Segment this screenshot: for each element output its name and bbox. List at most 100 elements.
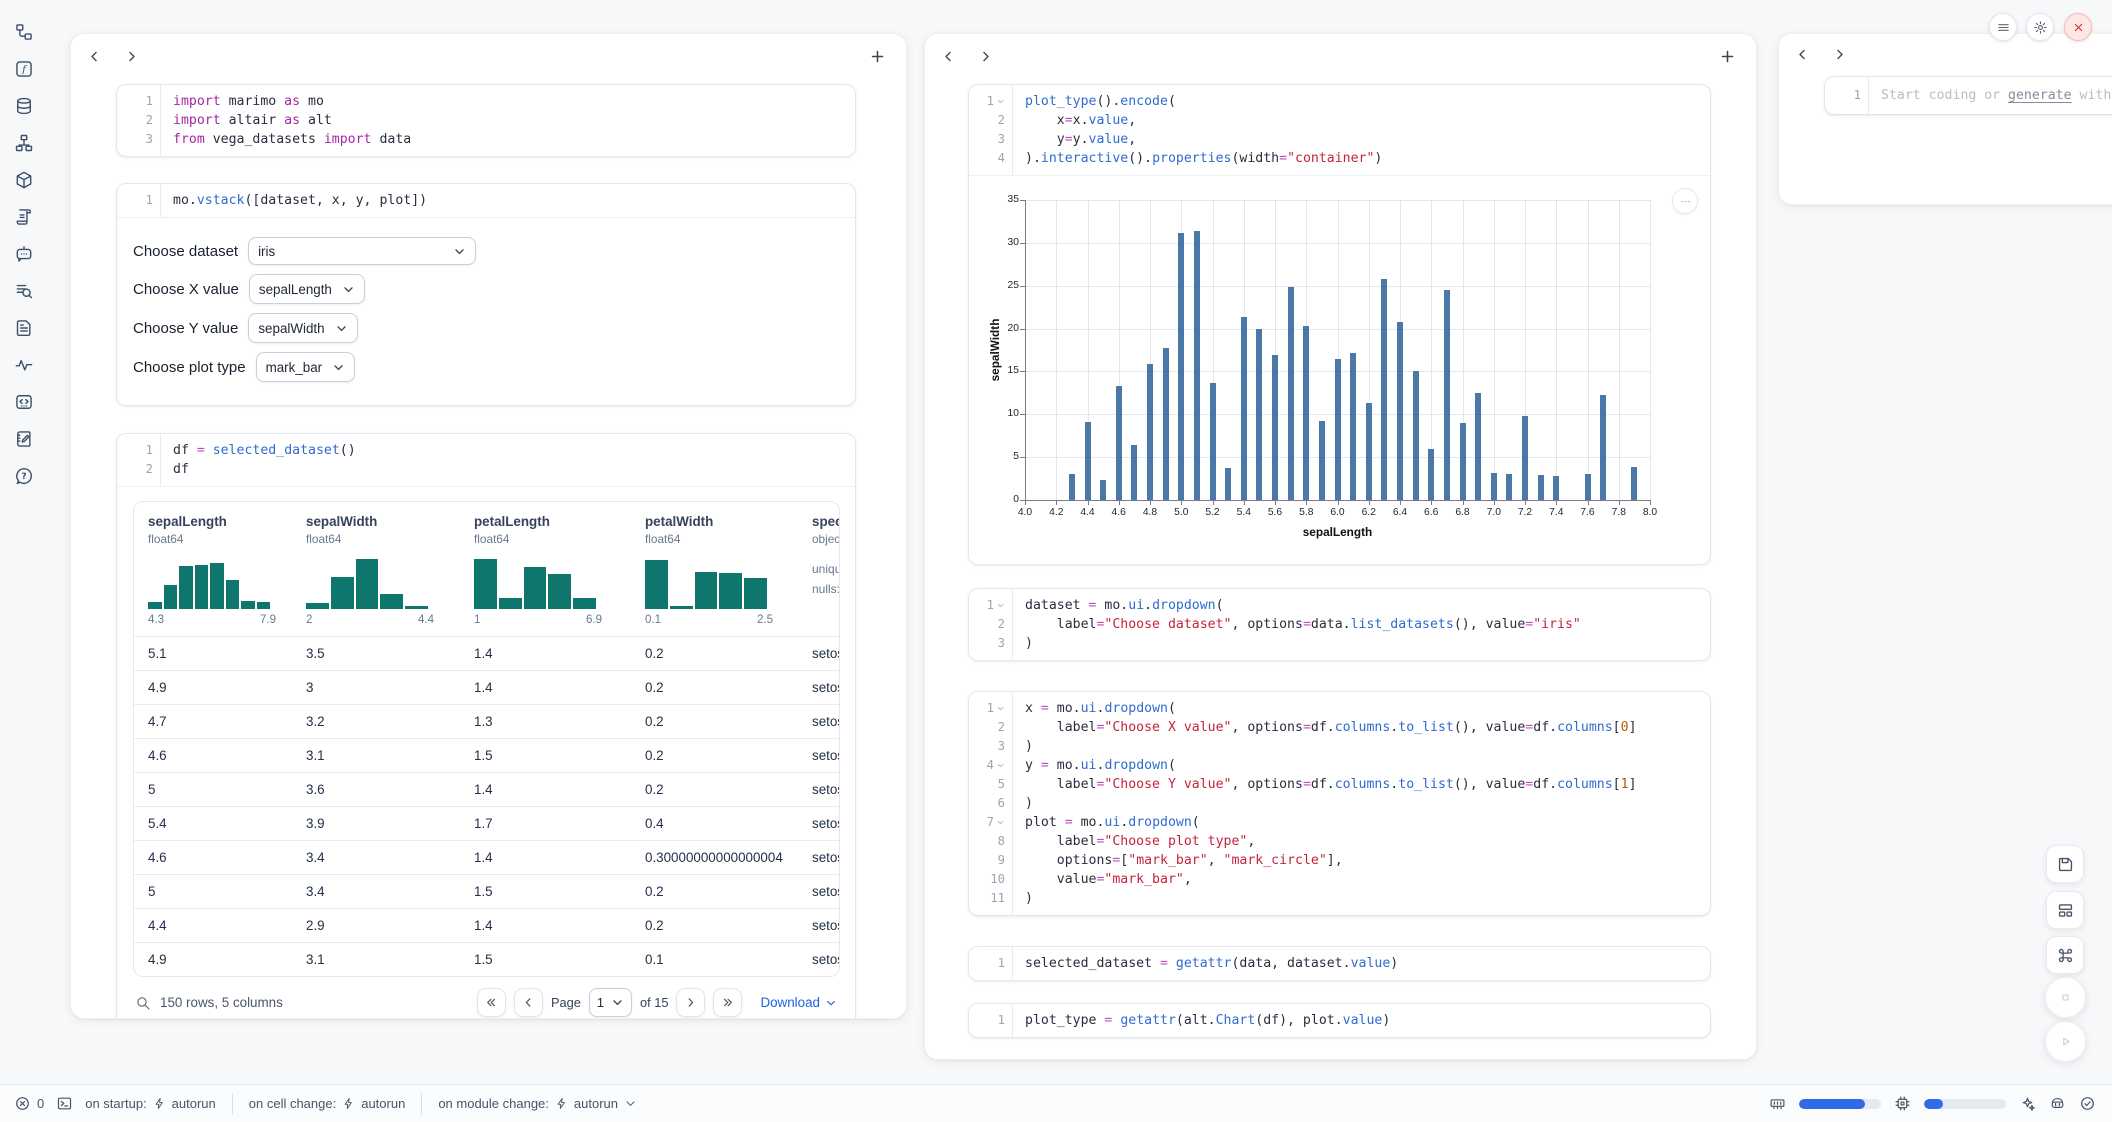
terminal-button[interactable] xyxy=(56,1095,73,1112)
chevron-down-icon xyxy=(342,283,355,296)
panel-menu-button[interactable] xyxy=(1989,13,2017,41)
copilot-button[interactable] xyxy=(2049,1095,2066,1112)
error-indicator[interactable]: 0 xyxy=(14,1095,44,1112)
control-row: Choose dataset iris xyxy=(133,237,839,265)
column-header[interactable]: sepalWidthfloat6424.4 xyxy=(292,514,460,626)
sidebar-datasources-button[interactable] xyxy=(12,94,36,118)
code-cell-dataset-dropdown[interactable]: 123dataset = mo.ui.dropdown( label="Choo… xyxy=(968,588,1711,661)
sidebar-snippets-button[interactable] xyxy=(12,390,36,414)
prev-page-button[interactable] xyxy=(514,988,543,1017)
add-cell-button[interactable] xyxy=(869,48,886,65)
on-startup-config[interactable]: on startup: autorun xyxy=(85,1096,216,1111)
command-palette-button[interactable] xyxy=(2046,936,2084,974)
table-cell: 0.2 xyxy=(631,714,798,729)
shutdown-button[interactable] xyxy=(2064,13,2092,41)
code-editor[interactable]: 12df = selected_dataset()df xyxy=(117,434,855,486)
sidebar-script-button[interactable] xyxy=(12,205,36,229)
code-line: mo.vstack([dataset, x, y, plot]) xyxy=(173,191,855,210)
panel-next-button[interactable] xyxy=(1832,47,1847,62)
sidebar-packages-button[interactable] xyxy=(12,168,36,192)
y-value-select[interactable]: sepalWidth xyxy=(248,313,357,343)
code-editor[interactable]: 1plot_type = getattr(alt.Chart(df), plot… xyxy=(969,1004,1710,1037)
code-editor[interactable]: 1234plot_type().encode( x=x.value, y=y.v… xyxy=(969,85,1710,175)
column-header[interactable]: petalLengthfloat6416.9 xyxy=(460,514,631,626)
on-module-change-config[interactable]: on module change: autorun xyxy=(438,1096,637,1111)
code-cell-imports[interactable]: 123import marimo as moimport altair as a… xyxy=(116,84,856,157)
code-cell-selected-dataset[interactable]: 1selected_dataset = getattr(data, datase… xyxy=(968,946,1711,981)
fold-icon[interactable] xyxy=(996,93,1005,112)
code-editor[interactable]: 1selected_dataset = getattr(data, datase… xyxy=(969,947,1710,980)
table-cell: 4.9 xyxy=(134,952,292,967)
x-value-select[interactable]: sepalLength xyxy=(249,274,365,304)
page-select[interactable]: 1 xyxy=(589,988,632,1017)
sidebar-functions-button[interactable]: f xyxy=(12,57,36,81)
on-cell-change-config[interactable]: on cell change: autorun xyxy=(249,1096,406,1111)
code-cell-empty[interactable]: 1 Start coding or generate with xyxy=(1824,76,2112,115)
dataset-select[interactable]: iris xyxy=(248,237,476,265)
sidebar-tracing-button[interactable] xyxy=(12,353,36,377)
column-header[interactable]: speciesobjectunique:nulls: xyxy=(798,514,840,626)
sidebar-file-tree-button[interactable] xyxy=(12,20,36,44)
fold-icon[interactable] xyxy=(996,814,1005,833)
chart-actions-button[interactable] xyxy=(1672,188,1698,214)
download-button[interactable]: Download xyxy=(760,995,837,1010)
layout-select-button[interactable] xyxy=(2046,891,2084,929)
settings-button[interactable] xyxy=(2026,13,2054,41)
table-cell: 2.9 xyxy=(292,918,460,933)
code-line: label="Choose Y value", options=df.colum… xyxy=(1025,775,1710,794)
code-editor[interactable]: 123dataset = mo.ui.dropdown( label="Choo… xyxy=(969,589,1710,660)
table-cell: 0.2 xyxy=(631,680,798,695)
sidebar-help-button[interactable]: ? xyxy=(12,464,36,488)
panel-prev-button[interactable] xyxy=(1795,47,1810,62)
connection-status-button[interactable] xyxy=(2079,1095,2096,1112)
chart-output: 4.04.24.44.64.85.05.25.45.65.86.06.26.46… xyxy=(969,175,1710,564)
column-histogram[interactable] xyxy=(306,555,428,609)
fold-icon[interactable] xyxy=(996,597,1005,616)
editor-placeholder[interactable]: Start coding or generate with xyxy=(1881,86,2112,105)
column-histogram[interactable] xyxy=(645,555,767,609)
panel-next-button[interactable] xyxy=(124,49,139,64)
code-cell-plot-type[interactable]: 1plot_type = getattr(alt.Chart(df), plot… xyxy=(968,1003,1711,1038)
panel-prev-button[interactable] xyxy=(87,49,102,64)
code-line: y=y.value, xyxy=(1025,130,1710,149)
interrupt-button[interactable] xyxy=(2045,977,2086,1018)
column-header[interactable]: sepalLengthfloat644.37.9 xyxy=(134,514,292,626)
column-header[interactable]: petalWidthfloat640.12.5 xyxy=(631,514,798,626)
fold-icon[interactable] xyxy=(996,700,1005,719)
sidebar-ai-chat-button[interactable] xyxy=(12,242,36,266)
code-cell-plot[interactable]: 1234plot_type().encode( x=x.value, y=y.v… xyxy=(968,84,1711,565)
panel-prev-button[interactable] xyxy=(941,49,956,64)
bolt-icon xyxy=(555,1097,568,1110)
code-editor[interactable]: 1mo.vstack([dataset, x, y, plot]) xyxy=(117,184,855,217)
next-page-button[interactable] xyxy=(676,988,705,1017)
code-editor[interactable]: 1234567891011x = mo.ui.dropdown( label="… xyxy=(969,692,1710,915)
panel-nav xyxy=(925,34,1756,78)
code-cell-dataframe[interactable]: 12df = selected_dataset()df sepalLengthf… xyxy=(116,433,856,1019)
add-cell-button[interactable] xyxy=(1719,48,1736,65)
sidebar-documentation-button[interactable] xyxy=(12,316,36,340)
status-bar: 0 on startup: autorun on cell change: au… xyxy=(0,1084,2112,1122)
column-histogram[interactable] xyxy=(474,555,596,609)
panel-next-button[interactable] xyxy=(978,49,993,64)
sidebar-dependency-graph-button[interactable] xyxy=(12,131,36,155)
ai-assist-button[interactable] xyxy=(2019,1095,2036,1112)
ai-chat-icon xyxy=(14,244,34,264)
search-icon[interactable] xyxy=(135,995,151,1011)
save-notebook-button[interactable] xyxy=(2046,845,2084,883)
column-histogram[interactable] xyxy=(148,555,270,609)
fold-icon[interactable] xyxy=(996,757,1005,776)
generate-link[interactable]: generate xyxy=(2008,88,2072,103)
plot-type-select[interactable]: mark_bar xyxy=(256,352,356,382)
file-tree-icon xyxy=(14,22,34,42)
code-editor[interactable]: 123import marimo as moimport altair as a… xyxy=(117,85,855,156)
first-page-button[interactable] xyxy=(477,988,506,1017)
altair-bar-chart[interactable]: 4.04.24.44.64.85.05.25.45.65.86.06.26.46… xyxy=(981,186,1698,548)
sidebar-logs-button[interactable] xyxy=(12,279,36,303)
code-cell-vstack[interactable]: 1mo.vstack([dataset, x, y, plot]) Choose… xyxy=(116,183,856,406)
memory-usage-bar xyxy=(1799,1099,1881,1109)
sidebar-scratchpad-button[interactable] xyxy=(12,427,36,451)
last-page-button[interactable] xyxy=(713,988,742,1017)
run-button[interactable] xyxy=(2045,1021,2086,1062)
dataset-select-value: iris xyxy=(258,244,275,259)
code-cell-xy-plot-dropdowns[interactable]: 1234567891011x = mo.ui.dropdown( label="… xyxy=(968,691,1711,916)
